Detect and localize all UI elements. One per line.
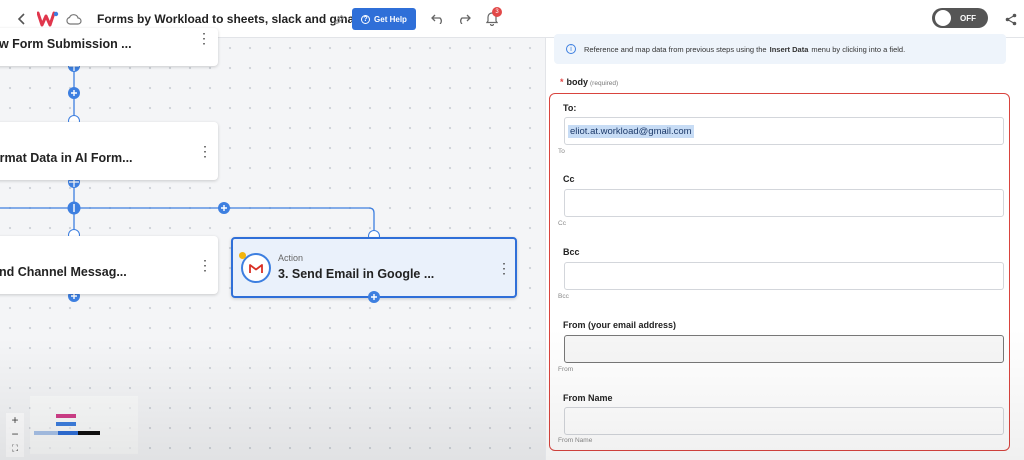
toggle-knob	[935, 10, 951, 26]
cc-input[interactable]	[564, 189, 1004, 217]
info-icon: i	[566, 44, 576, 54]
toggle-label: OFF	[960, 13, 976, 23]
add-step-icon[interactable]	[67, 86, 81, 100]
insert-data-info-banner: i Reference and map data from previous s…	[554, 34, 1006, 64]
zoom-controls: + − ⛶	[6, 413, 24, 457]
info-text-bold: Insert Data	[769, 44, 809, 54]
from-name-field-label: From Name	[563, 393, 613, 403]
add-step-icon[interactable]	[367, 290, 381, 304]
more-options-icon[interactable]: ⋮	[198, 257, 212, 273]
node-title: end Channel Messag...	[0, 265, 127, 279]
workflow-on-off-toggle[interactable]: OFF	[932, 8, 988, 28]
more-options-icon[interactable]: ⋮	[198, 143, 212, 159]
more-options-icon[interactable]: ⋮	[497, 260, 511, 276]
undo-icon[interactable]	[428, 9, 448, 29]
get-help-button[interactable]: ? Get Help	[352, 8, 416, 30]
notification-count-badge: 3	[492, 7, 502, 17]
get-help-label: Get Help	[374, 14, 407, 24]
from-field-label: From (your email address)	[563, 320, 677, 330]
info-text-before: Reference and map data from previous ste…	[584, 44, 767, 54]
required-hint: (required)	[590, 80, 619, 87]
step-node-form-submission[interactable]: ew Form Submission ... ⋮	[0, 28, 218, 66]
minimap[interactable]	[30, 396, 138, 454]
to-field-hint: To	[558, 148, 565, 155]
step-node-send-email[interactable]: Action 3. Send Email in Google ... ⋮	[231, 237, 517, 298]
info-text-after: menu by clicking into a field.	[811, 44, 906, 54]
fit-view-button[interactable]: ⛶	[6, 441, 24, 455]
cc-field-label: Cc	[563, 174, 575, 184]
bcc-field-label: Bcc	[563, 247, 580, 257]
back-icon[interactable]	[12, 9, 32, 29]
required-asterisk: *	[560, 77, 564, 87]
more-options-icon[interactable]: ⋮	[197, 30, 211, 46]
to-input-value[interactable]: eliot.at.workload@gmail.com	[568, 125, 694, 138]
gmail-icon	[241, 253, 271, 283]
zoom-out-button[interactable]: −	[6, 427, 24, 441]
cloud-saved-icon	[64, 10, 84, 28]
cc-field-hint: Cc	[558, 220, 566, 227]
step-node-send-channel-message[interactable]: end Channel Messag... ⋮	[0, 236, 218, 294]
to-input[interactable]: eliot.at.workload@gmail.com	[564, 117, 1004, 145]
minimap-preview	[34, 414, 100, 435]
to-field-label: To:	[563, 103, 577, 113]
node-type-label: Action	[278, 253, 304, 263]
from-name-input[interactable]	[564, 407, 1004, 435]
edit-title-icon[interactable]	[330, 10, 348, 28]
status-dot	[239, 252, 246, 259]
zoom-in-button[interactable]: +	[6, 413, 24, 427]
redo-icon[interactable]	[454, 9, 474, 29]
add-branch-icon[interactable]	[217, 201, 231, 215]
workflow-title[interactable]: Forms by Workload to sheets, slack and g…	[97, 12, 361, 26]
workflow-canvas[interactable]: ew Form Submission ... ⋮ ormat Data in A…	[0, 28, 545, 460]
body-fields-group: To: eliot.at.workload@gmail.com To Cc Cc…	[549, 93, 1010, 451]
body-field-label: * body (required)	[560, 77, 619, 87]
bcc-input[interactable]	[564, 262, 1004, 290]
workload-logo[interactable]	[36, 9, 60, 29]
step-settings-panel: i Reference and map data from previous s…	[545, 34, 1024, 460]
from-input[interactable]	[564, 335, 1004, 363]
share-icon[interactable]	[1002, 9, 1020, 29]
from-field-hint: From	[558, 366, 574, 373]
step-node-format-data[interactable]: ormat Data in AI Form... ⋮	[0, 122, 218, 180]
branch-split-icon[interactable]	[66, 200, 82, 216]
bcc-field-hint: Bcc	[558, 293, 569, 300]
node-title: 3. Send Email in Google ...	[278, 267, 435, 281]
node-title: ormat Data in AI Form...	[0, 151, 133, 165]
from-name-field-hint: From Name	[558, 437, 593, 444]
node-title: ew Form Submission ...	[0, 37, 132, 51]
help-icon: ?	[361, 14, 371, 24]
